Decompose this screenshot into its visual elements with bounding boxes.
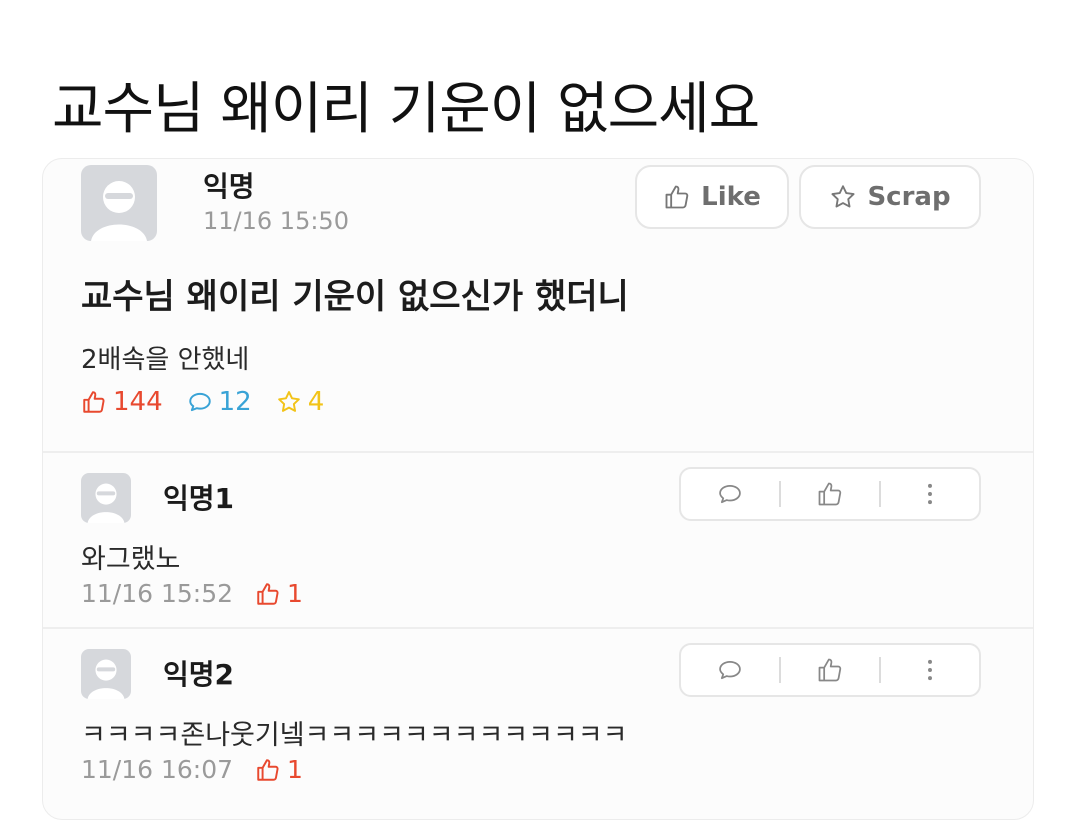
- star-icon: [277, 391, 300, 412]
- like-button[interactable]: Like: [635, 165, 789, 229]
- like-count: 144: [81, 387, 163, 417]
- default-avatar-icon: [87, 483, 125, 523]
- comment-like-count: 1: [255, 579, 303, 608]
- scrap-count-value: 4: [307, 387, 325, 417]
- speech-bubble-icon: [188, 392, 211, 412]
- speech-bubble-icon: [719, 484, 741, 504]
- post-author: 익명: [203, 170, 255, 203]
- author-avatar: [81, 165, 157, 241]
- post-stats: 144 12 4: [81, 387, 348, 417]
- star-icon: [831, 185, 855, 208]
- comment-author: 익명2: [163, 658, 235, 691]
- thumbs-up-icon: [257, 582, 279, 605]
- thumbs-up-icon: [83, 391, 105, 413]
- comment-timestamp: 11/16 16:07: [81, 755, 234, 784]
- comment-count-value: 12: [218, 387, 252, 417]
- thumbs-up-icon: [665, 185, 689, 209]
- thumbs-up-icon: [257, 758, 279, 781]
- comment-like-count: 1: [255, 755, 303, 784]
- scrap-button-label: Scrap: [867, 182, 951, 212]
- comment-author: 익명1: [163, 482, 235, 515]
- like-count-value: 144: [113, 387, 163, 417]
- comment-avatar: [81, 649, 131, 699]
- comment-item: 익명1 와그랬노 11/16 15:52 1: [43, 455, 1033, 627]
- headline: 교수님 왜이리 기운이 없으세요: [52, 77, 760, 142]
- comment-meta: 11/16 15:52 1: [81, 579, 303, 608]
- thumbs-up-icon: [818, 658, 842, 682]
- comment-item: 익명2 ㅋㅋㅋㅋ존나웃기넼ㅋㅋㅋㅋㅋㅋㅋㅋㅋㅋㅋㅋㅋ 11/16 16:07 1: [43, 631, 1033, 803]
- comment-actions: [679, 467, 981, 521]
- thumbs-up-icon: [818, 482, 842, 506]
- comment-timestamp: 11/16 15:52: [81, 579, 234, 608]
- comment-like-button[interactable]: [781, 645, 879, 695]
- default-avatar-icon: [91, 181, 147, 241]
- comment-actions: [679, 643, 981, 697]
- more-options-button[interactable]: [881, 469, 979, 519]
- comment-like-value: 1: [287, 755, 303, 784]
- comment-count: 12: [187, 387, 252, 417]
- default-avatar-icon: [87, 659, 125, 699]
- comment-like-value: 1: [287, 579, 303, 608]
- reply-button[interactable]: [681, 645, 779, 695]
- scrap-count: 4: [276, 387, 325, 417]
- post-title: 교수님 왜이리 기운이 없으신가 했더니: [81, 277, 629, 317]
- comment-text: ㅋㅋㅋㅋ존나웃기넼ㅋㅋㅋㅋㅋㅋㅋㅋㅋㅋㅋㅋㅋ: [81, 720, 628, 751]
- post-timestamp: 11/16 15:50: [203, 207, 349, 235]
- scrap-button[interactable]: Scrap: [799, 165, 981, 229]
- post-card: 익명 11/16 15:50 Like Scrap 교수님 왜이리 기운이 없으…: [42, 158, 1034, 820]
- comment-meta: 11/16 16:07 1: [81, 755, 303, 784]
- like-button-label: Like: [701, 182, 761, 212]
- divider: [43, 451, 1033, 453]
- more-options-button[interactable]: [881, 645, 979, 695]
- post-body: 2배속을 안했네: [81, 345, 250, 375]
- more-vertical-icon: [928, 483, 932, 505]
- comment-text: 와그랬노: [81, 544, 181, 575]
- comment-like-button[interactable]: [781, 469, 879, 519]
- reply-button[interactable]: [681, 469, 779, 519]
- more-vertical-icon: [928, 659, 932, 681]
- post: 익명 11/16 15:50 Like Scrap 교수님 왜이리 기운이 없으…: [43, 159, 1033, 451]
- comment-avatar: [81, 473, 131, 523]
- speech-bubble-icon: [719, 660, 741, 680]
- divider: [43, 627, 1033, 629]
